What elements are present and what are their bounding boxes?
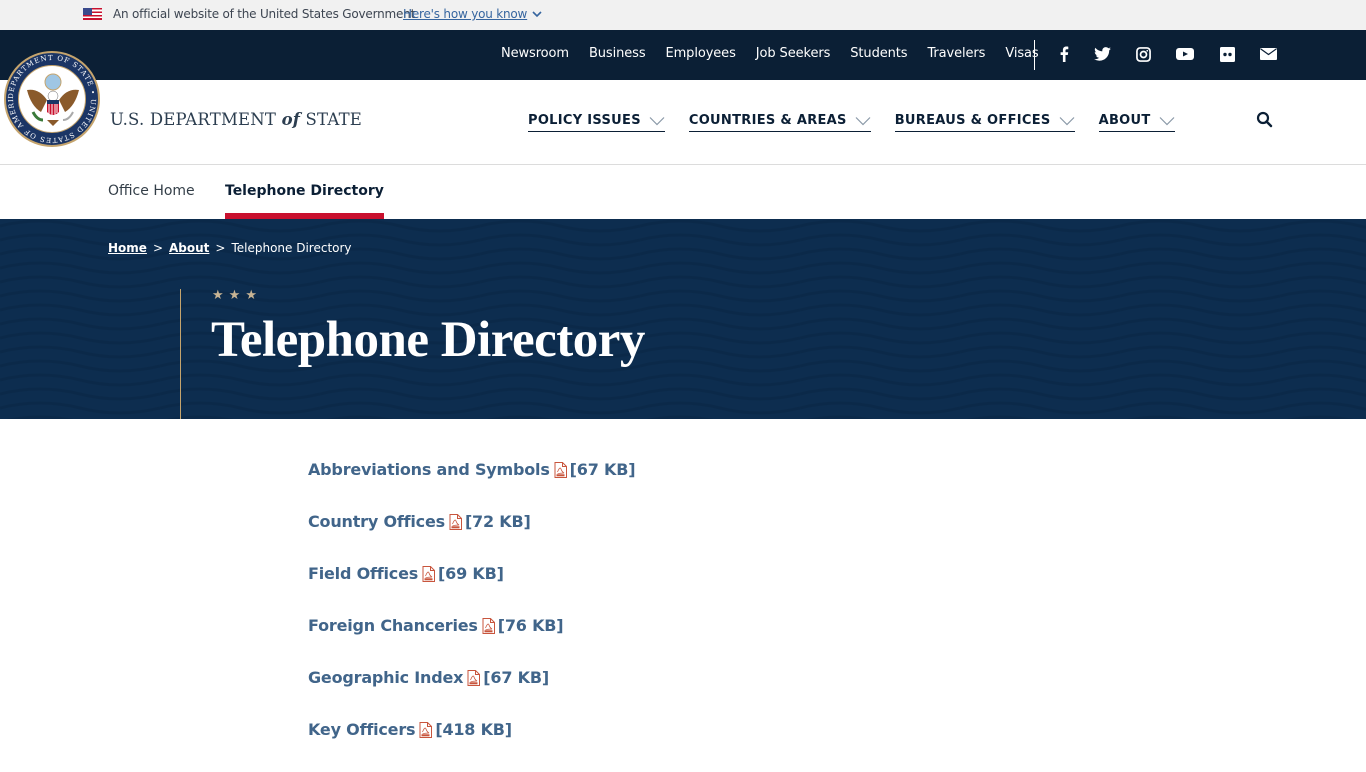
- document-link-abbreviations[interactable]: Abbreviations and Symbols [67 KB]: [308, 460, 636, 479]
- utility-link-travelers[interactable]: Travelers: [927, 46, 985, 61]
- document-list: Abbreviations and Symbols [67 KB] Countr…: [308, 460, 636, 772]
- flickr-icon[interactable]: [1216, 44, 1238, 64]
- star-icon: ★: [245, 288, 257, 303]
- nav-label: POLICY ISSUES: [528, 113, 641, 128]
- tab-telephone-directory[interactable]: Telephone Directory: [225, 183, 384, 219]
- document-link-geographic-index[interactable]: Geographic Index [67 KB]: [308, 668, 549, 687]
- nav-about[interactable]: ABOUT: [1098, 113, 1175, 132]
- list-item: Field Offices [69 KB]: [308, 564, 635, 616]
- seal-eagle: [18, 65, 86, 133]
- breadcrumb: Home > About > Telephone Directory: [108, 241, 352, 255]
- document-link-foreign-chanceries[interactable]: Foreign Chanceries [76 KB]: [308, 616, 564, 635]
- gov-banner: An official website of the United States…: [0, 0, 1366, 30]
- utility-link-newsroom[interactable]: Newsroom: [501, 46, 569, 61]
- tab-office-home[interactable]: Office Home: [108, 183, 195, 219]
- heres-how-you-know-link[interactable]: Here's how you know: [403, 7, 527, 21]
- document-size: [67 KB]: [483, 668, 549, 687]
- chevron-down-icon: [1059, 116, 1075, 125]
- nav-bureaus-offices[interactable]: BUREAUS & OFFICES: [894, 113, 1075, 132]
- document-size: [418 KB]: [435, 720, 512, 739]
- main-nav: POLICY ISSUES COUNTRIES & AREAS BUREAUS …: [528, 113, 1199, 132]
- breadcrumb-separator: >: [152, 241, 163, 255]
- hero-accent-line: [180, 289, 181, 419]
- page-hero: Home > About > Telephone Directory ★ ★ ★…: [0, 219, 1366, 419]
- pdf-icon: [419, 721, 433, 738]
- list-item: Key Officers [418 KB]: [308, 720, 635, 772]
- utility-link-employees[interactable]: Employees: [666, 46, 736, 61]
- list-item: Abbreviations and Symbols [67 KB]: [308, 460, 636, 512]
- breadcrumb-separator: >: [215, 241, 226, 255]
- breadcrumb-current: Telephone Directory: [231, 241, 352, 255]
- utility-link-business[interactable]: Business: [589, 46, 646, 61]
- document-title: Geographic Index: [308, 668, 464, 687]
- star-icon: ★: [228, 288, 241, 303]
- document-title: Field Offices: [308, 564, 419, 583]
- document-title: Foreign Chanceries: [308, 616, 478, 635]
- office-subnav: Office Home Telephone Directory: [0, 165, 1366, 219]
- chevron-down-icon[interactable]: [531, 8, 543, 20]
- nav-countries-areas[interactable]: COUNTRIES & AREAS: [688, 113, 871, 132]
- document-size: [76 KB]: [497, 616, 564, 635]
- pdf-icon: [422, 565, 436, 582]
- youtube-icon[interactable]: [1174, 44, 1196, 64]
- nav-label: ABOUT: [1098, 113, 1151, 128]
- divider: [1034, 40, 1035, 70]
- document-title: Key Officers: [308, 720, 416, 739]
- stars-decoration: ★ ★ ★: [212, 288, 257, 303]
- document-link-field-offices[interactable]: Field Offices [69 KB]: [308, 564, 504, 583]
- pdf-icon: [554, 461, 567, 478]
- gov-banner-text: An official website of the United States…: [113, 7, 416, 21]
- facebook-icon[interactable]: [1053, 44, 1075, 64]
- list-item: Geographic Index [67 KB]: [308, 668, 635, 720]
- twitter-icon[interactable]: [1091, 44, 1113, 64]
- document-size: [67 KB]: [569, 460, 636, 479]
- utility-link-students[interactable]: Students: [850, 46, 907, 61]
- us-flag-icon: [83, 8, 102, 20]
- chevron-down-icon: [1159, 116, 1174, 125]
- list-item: Foreign Chanceries [76 KB]: [308, 616, 635, 668]
- document-link-key-officers[interactable]: Key Officers [418 KB]: [308, 720, 512, 739]
- brand-of: of: [281, 110, 301, 129]
- list-item: Country Offices [72 KB]: [308, 512, 635, 564]
- breadcrumb-about[interactable]: About: [169, 241, 209, 255]
- utility-nav: Newsroom Business Employees Job Seekers …: [501, 46, 1059, 61]
- pdf-icon: [467, 669, 481, 686]
- utility-link-job-seekers[interactable]: Job Seekers: [756, 46, 831, 61]
- search-icon[interactable]: [1255, 110, 1275, 130]
- pdf-icon: [449, 513, 462, 530]
- pdf-icon: [482, 617, 495, 634]
- document-title: Abbreviations and Symbols: [308, 460, 550, 479]
- page-title: Telephone Directory: [211, 312, 645, 368]
- breadcrumb-home[interactable]: Home: [108, 241, 147, 255]
- document-title: Country Offices: [308, 512, 445, 531]
- star-icon: ★: [212, 288, 224, 303]
- utility-bar: Newsroom Business Employees Job Seekers …: [0, 30, 1366, 80]
- document-size: [69 KB]: [438, 564, 504, 583]
- nav-label: BUREAUS & OFFICES: [894, 113, 1051, 128]
- brand-suffix: STATE: [300, 110, 363, 129]
- document-size: [72 KB]: [464, 512, 531, 531]
- main-header: U.S. DEPARTMENT of STATE POLICY ISSUES C…: [0, 80, 1366, 165]
- email-icon[interactable]: [1257, 44, 1279, 64]
- document-link-country-offices[interactable]: Country Offices [72 KB]: [308, 512, 531, 531]
- instagram-icon[interactable]: [1132, 44, 1154, 64]
- chevron-down-icon: [855, 116, 871, 125]
- department-seal-logo[interactable]: DEPARTMENT OF STATE • UNITED STATES OF A…: [4, 51, 100, 147]
- chevron-down-icon: [649, 116, 665, 125]
- nav-label: COUNTRIES & AREAS: [688, 113, 847, 128]
- site-title[interactable]: U.S. DEPARTMENT of STATE: [110, 110, 362, 129]
- brand-prefix: U.S. DEPARTMENT: [110, 110, 282, 129]
- nav-policy-issues[interactable]: POLICY ISSUES: [528, 113, 665, 132]
